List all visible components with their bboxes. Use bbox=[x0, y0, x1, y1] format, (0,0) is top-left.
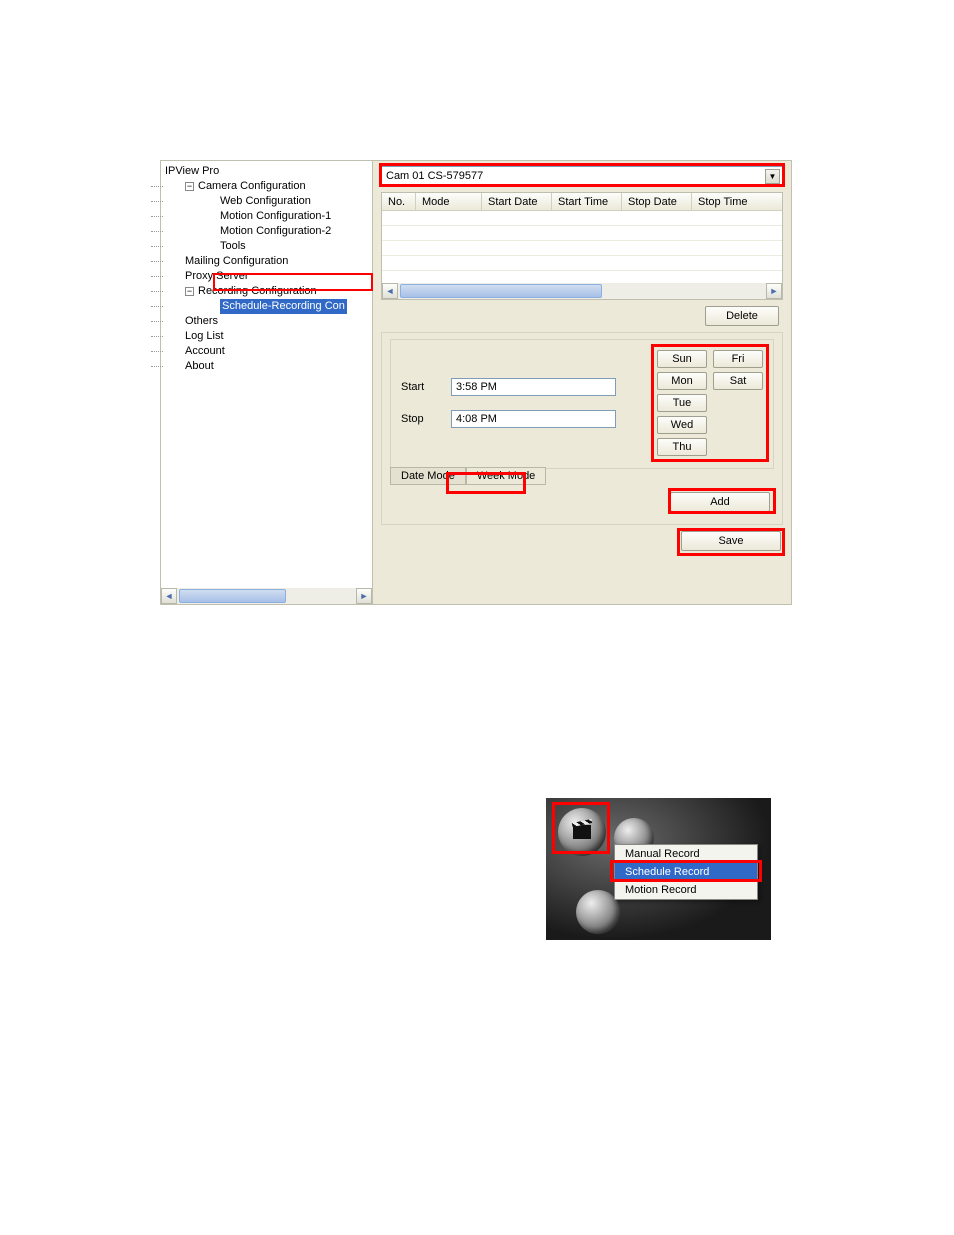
collapse-icon[interactable]: − bbox=[185, 287, 194, 296]
scroll-left-icon[interactable]: ◄ bbox=[382, 283, 398, 299]
stop-label: Stop bbox=[401, 413, 441, 425]
chevron-down-icon[interactable]: ▼ bbox=[765, 169, 780, 184]
time-day-panel: Start Stop Sun Mon Tue Wed Th bbox=[390, 339, 774, 469]
camera-select[interactable]: Cam 01 CS-579577 ▼ bbox=[381, 166, 783, 186]
day-mon-button[interactable]: Mon bbox=[657, 372, 707, 390]
day-tue-button[interactable]: Tue bbox=[657, 394, 707, 412]
tree-tools[interactable]: Tools bbox=[165, 239, 368, 254]
tree-recording-configuration[interactable]: −Recording Configuration bbox=[165, 284, 368, 299]
col-start-date[interactable]: Start Date bbox=[482, 193, 552, 210]
days-col-2: Fri Sat bbox=[713, 350, 763, 456]
save-row: Save bbox=[381, 531, 783, 551]
days-group: Sun Mon Tue Wed Thu Fri Sat bbox=[657, 350, 763, 456]
tree-account[interactable]: Account bbox=[165, 344, 368, 359]
save-button[interactable]: Save bbox=[681, 531, 781, 551]
tree-others[interactable]: Others bbox=[165, 314, 368, 329]
table-body bbox=[382, 211, 782, 271]
tab-date-mode[interactable]: Date Mode bbox=[390, 467, 466, 485]
tree-motion-config-2[interactable]: Motion Configuration-2 bbox=[165, 224, 368, 239]
scroll-thumb[interactable] bbox=[400, 284, 602, 298]
scroll-left-icon[interactable]: ◄ bbox=[161, 588, 177, 604]
record-context-menu: Manual Record Schedule Record Motion Rec… bbox=[614, 844, 758, 900]
tree-label: Recording Configuration bbox=[198, 285, 317, 297]
menu-manual-record[interactable]: Manual Record bbox=[615, 845, 757, 863]
menu-motion-record[interactable]: Motion Record bbox=[615, 881, 757, 899]
record-toolbar-clip: Manual Record Schedule Record Motion Rec… bbox=[546, 798, 771, 940]
tree-web-configuration[interactable]: Web Configuration bbox=[165, 194, 368, 209]
time-column: Start Stop bbox=[401, 350, 647, 456]
tree-log-list[interactable]: Log List bbox=[165, 329, 368, 344]
tree-label: Camera Configuration bbox=[198, 180, 306, 192]
mode-tabs: Date Mode Week Mode bbox=[390, 468, 774, 486]
tree-content: IPView Pro −Camera Configuration Web Con… bbox=[161, 161, 372, 377]
clapperboard-icon bbox=[573, 825, 591, 839]
col-no[interactable]: No. bbox=[382, 193, 416, 210]
col-mode[interactable]: Mode bbox=[416, 193, 482, 210]
tree-schedule-recording[interactable]: Schedule-Recording Con bbox=[165, 299, 368, 314]
start-time-input[interactable] bbox=[451, 378, 616, 396]
schedule-table: No. Mode Start Date Start Time Stop Date… bbox=[381, 192, 783, 300]
schedule-form-group: Start Stop Sun Mon Tue Wed Th bbox=[381, 332, 783, 525]
table-row[interactable] bbox=[382, 256, 782, 271]
tree-scrollbar[interactable]: ◄ ► bbox=[161, 588, 372, 604]
camera-select-value: Cam 01 CS-579577 bbox=[386, 170, 483, 182]
add-button[interactable]: Add bbox=[670, 492, 770, 512]
col-stop-date[interactable]: Stop Date bbox=[622, 193, 692, 210]
table-header: No. Mode Start Date Start Time Stop Date… bbox=[382, 193, 782, 211]
scroll-thumb[interactable] bbox=[179, 589, 286, 603]
day-fri-button[interactable]: Fri bbox=[713, 350, 763, 368]
table-scrollbar[interactable]: ◄ ► bbox=[382, 283, 782, 299]
days-col-1: Sun Mon Tue Wed Thu bbox=[657, 350, 707, 456]
scroll-right-icon[interactable]: ► bbox=[356, 588, 372, 604]
tab-week-mode[interactable]: Week Mode bbox=[466, 467, 547, 485]
day-sat-button[interactable]: Sat bbox=[713, 372, 763, 390]
tree-mailing-configuration[interactable]: Mailing Configuration bbox=[165, 254, 368, 269]
right-panel: Cam 01 CS-579577 ▼ No. Mode Start Date S… bbox=[373, 161, 791, 604]
table-row[interactable] bbox=[382, 241, 782, 256]
start-row: Start bbox=[401, 378, 647, 396]
delete-button[interactable]: Delete bbox=[705, 306, 779, 326]
config-window: IPView Pro −Camera Configuration Web Con… bbox=[160, 160, 792, 605]
collapse-icon[interactable]: − bbox=[185, 182, 194, 191]
tree-camera-configuration[interactable]: −Camera Configuration bbox=[165, 179, 368, 194]
tree-proxy-server[interactable]: Proxy Server bbox=[165, 269, 368, 284]
tree-panel: IPView Pro −Camera Configuration Web Con… bbox=[161, 161, 373, 604]
col-stop-time[interactable]: Stop Time bbox=[692, 193, 762, 210]
tree-about[interactable]: About bbox=[165, 359, 368, 374]
day-sun-button[interactable]: Sun bbox=[657, 350, 707, 368]
add-row: Add bbox=[390, 486, 774, 512]
table-row[interactable] bbox=[382, 226, 782, 241]
day-thu-button[interactable]: Thu bbox=[657, 438, 707, 456]
scroll-track[interactable] bbox=[398, 283, 766, 299]
tree-root[interactable]: IPView Pro bbox=[165, 164, 368, 179]
delete-row: Delete bbox=[381, 306, 783, 326]
tree-motion-config-1[interactable]: Motion Configuration-1 bbox=[165, 209, 368, 224]
scroll-track[interactable] bbox=[177, 588, 356, 604]
menu-schedule-record[interactable]: Schedule Record bbox=[615, 863, 757, 881]
scroll-right-icon[interactable]: ► bbox=[766, 283, 782, 299]
record-button[interactable] bbox=[558, 808, 606, 856]
tree-selected-label: Schedule-Recording Con bbox=[220, 299, 347, 314]
stop-row: Stop bbox=[401, 410, 647, 428]
start-label: Start bbox=[401, 381, 441, 393]
stop-time-input[interactable] bbox=[451, 410, 616, 428]
day-wed-button[interactable]: Wed bbox=[657, 416, 707, 434]
table-row[interactable] bbox=[382, 211, 782, 226]
col-start-time[interactable]: Start Time bbox=[552, 193, 622, 210]
